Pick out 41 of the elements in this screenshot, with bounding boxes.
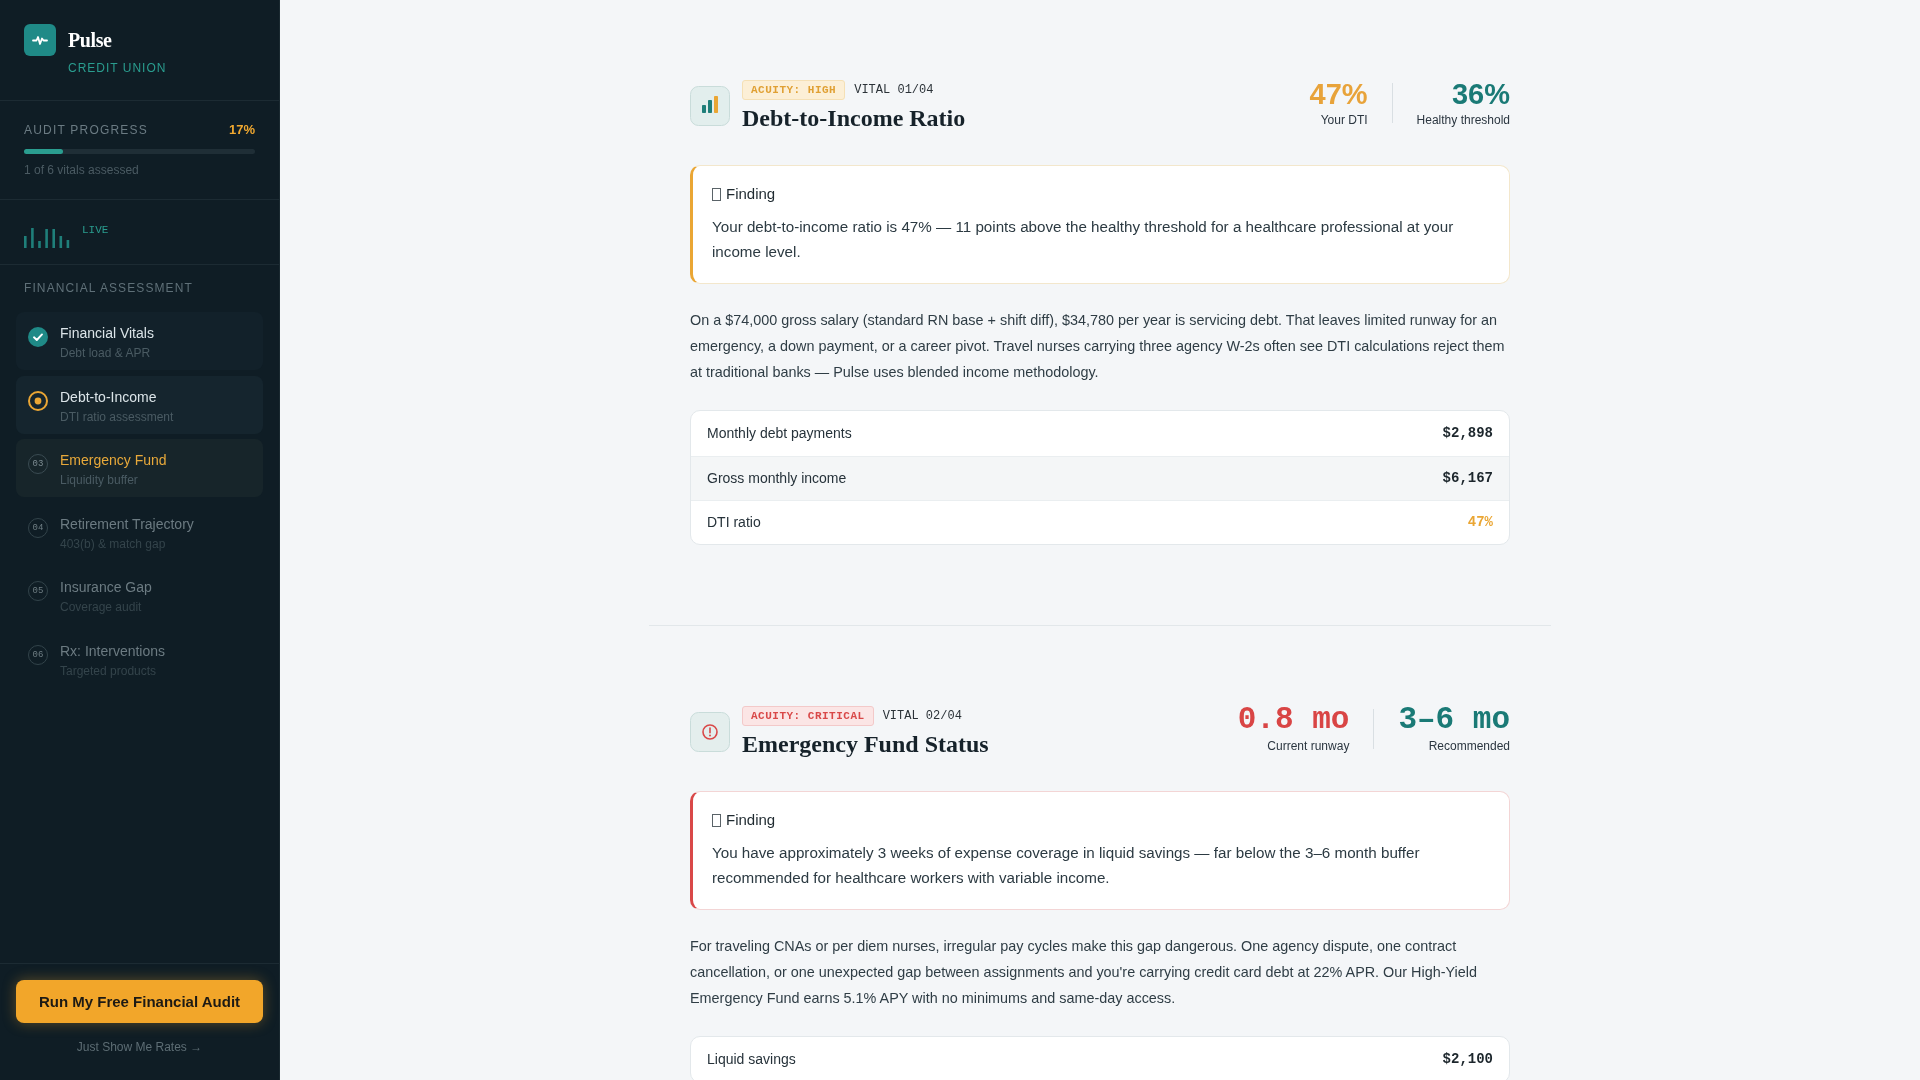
stat-label: Recommended — [1428, 739, 1510, 754]
stat-value: 47% — [1309, 77, 1368, 111]
stat-label: Healthy threshold — [1416, 113, 1510, 128]
progress-label: AUDIT PROGRESS — [24, 123, 148, 137]
row-label: Liquid savings — [707, 1051, 796, 1068]
vital-label: VITAL 02/04 — [882, 708, 962, 724]
finding-heading: Finding — [726, 810, 776, 830]
section-title: Debt-to-Income Ratio — [742, 104, 966, 132]
stat-value: 36% — [1451, 77, 1510, 111]
row-value: $2,100 — [1442, 1051, 1493, 1068]
progress-value: 17% — [228, 123, 255, 137]
finding-text: You have approximately 3 weeks of expense coverage in liquid savings — far below the 3–6 month buffer recommended for healthcare workers with variable income. — [712, 843, 1421, 888]
acuity-badge: ACUITY: CRITICAL — [742, 706, 874, 726]
row-label: Monthly debt payments — [707, 425, 852, 442]
stat-label: Current runway — [1267, 739, 1350, 754]
section-title: Emergency Fund Status — [742, 730, 989, 758]
row-value: $2,898 — [1442, 425, 1493, 442]
square-icon — [712, 813, 721, 827]
row-value: $6,167 — [1442, 470, 1493, 487]
square-icon — [712, 187, 721, 201]
vital-label: VITAL 01/04 — [854, 82, 934, 98]
nav-heading: FINANCIAL ASSESSMENT — [23, 280, 194, 295]
brand-tagline: CREDIT UNION — [68, 61, 167, 75]
acuity-badge: ACUITY: HIGH — [742, 80, 846, 100]
pulse-logo-icon — [24, 24, 56, 56]
nav-item[interactable]: 03 Emergency Fund Liquidity buffer — [16, 439, 263, 497]
section-description: For traveling CNAs or per diem nurses, irregular pay cycles make this gap dangerous. One agency dispute, one contract cancellation, or one unexpected gap between assignments and you're carrying credit card debt at 22% APR. Our High-Yield Emergency Fund earns 5.1% APY with no minimums and same-day access. — [690, 937, 1478, 1008]
stat-label: Your DTI — [1320, 113, 1368, 128]
finding-heading: Finding — [726, 184, 776, 204]
stat-value: 3–6 mo — [1398, 703, 1510, 737]
stat-value: 0.8 mo — [1237, 703, 1350, 737]
row-label: DTI ratio — [707, 514, 761, 531]
section-description: On a $74,000 gross salary (standard RN base + shift diff), $34,780 per year is servicing debt. That leaves limited runway for an emergency, a down payment, or a career pivot. Travel nurses carrying three agency W-2s often see DTI calculations reject them at traditional banks — Pulse uses blended income methodology. — [690, 311, 1506, 382]
row-value: 47% — [1467, 514, 1493, 531]
audit-button[interactable]: Run My Free Financial Audit — [16, 980, 263, 1023]
brand-name: Pulse — [68, 28, 112, 53]
progress-caption: 1 of 6 vitals assessed — [24, 163, 140, 177]
row-label: Gross monthly income — [707, 470, 847, 487]
nav-item[interactable]: Financial Vitals Debt load & APR — [16, 312, 263, 370]
finding-text: Your debt-to-income ratio is 47% — 11 points above the healthy threshold for a healthcare professional at your income level. — [712, 217, 1455, 262]
live-label: LIVE — [82, 224, 109, 237]
